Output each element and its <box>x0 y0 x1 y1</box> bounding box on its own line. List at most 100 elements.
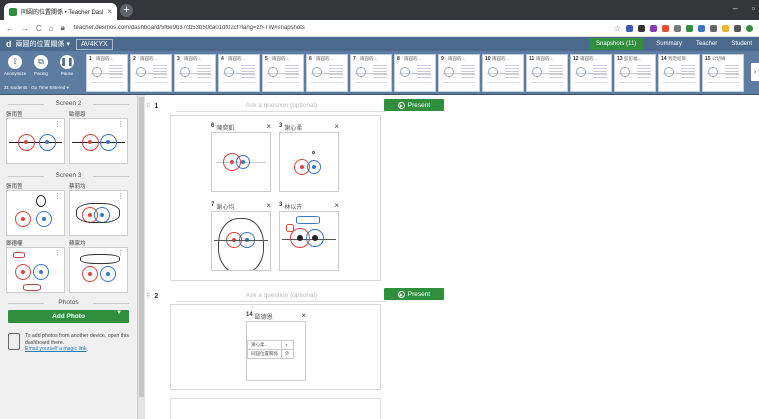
pause-icon: ❚❚ <box>60 55 74 69</box>
table-cell: 外 <box>281 349 294 359</box>
students-status[interactable]: 31 students · Go Time Entered ▾ <box>4 85 69 91</box>
chevron-right-icon[interactable]: › <box>751 63 759 81</box>
close-icon[interactable]: × <box>334 202 339 211</box>
snapshot-card[interactable]: ⋮ <box>6 247 65 293</box>
extension-icon[interactable] <box>662 24 669 32</box>
extension-icon[interactable] <box>734 24 741 32</box>
extension-icon[interactable] <box>722 24 729 32</box>
sidebar-scrollbar[interactable] <box>138 95 145 419</box>
screen-number: 15 <box>705 56 711 62</box>
snapshot-card[interactable]: ⋮ <box>6 118 65 164</box>
extension-icon[interactable] <box>710 24 717 32</box>
profile-avatar[interactable] <box>746 24 753 32</box>
screen-thumbnail[interactable]: 14 判定結目 <box>658 54 700 92</box>
screen-thumbnail[interactable]: 13 彭彭福... <box>614 54 656 92</box>
more-options-icon[interactable]: ⋮ <box>117 192 124 200</box>
reload-icon[interactable]: C <box>36 24 42 33</box>
close-icon[interactable]: × <box>334 123 339 132</box>
screen-thumbnail[interactable]: 3 兩圓的... <box>174 54 216 92</box>
more-options-icon[interactable]: ⋮ <box>54 249 61 257</box>
new-tab-button[interactable]: + <box>120 4 133 17</box>
extension-icon[interactable] <box>674 24 681 32</box>
snapshot[interactable]: 3 謝心柔 × <box>279 123 339 192</box>
screen-thumbnail[interactable]: 10 兩圓的... <box>482 54 524 92</box>
tab-teacher[interactable]: Teacher <box>689 37 724 51</box>
back-icon[interactable]: ← <box>6 24 14 33</box>
present-button[interactable]: ▶ Present <box>384 288 444 300</box>
magic-link[interactable]: Email yourself a magic link <box>25 346 86 352</box>
class-code: AV4KYX <box>75 38 113 50</box>
extension-icon[interactable] <box>638 24 645 32</box>
extension-icon[interactable] <box>686 24 693 32</box>
maximize-icon[interactable]: ▫ <box>752 3 755 13</box>
address-bar: ← → C ⌂ 🔒︎ teacher.desmos.com/dashboard/… <box>0 20 759 37</box>
extension-icon[interactable] <box>698 24 705 32</box>
snapshot-card[interactable]: ⋮ <box>6 190 65 236</box>
add-photo-button[interactable]: Add Photo ▼ <box>8 310 129 323</box>
screen-thumbnail[interactable]: 7 兩圓的... <box>350 54 392 92</box>
present-label: Present <box>407 101 431 109</box>
close-icon[interactable]: × <box>301 312 306 321</box>
screen-number: 6 <box>309 56 312 62</box>
activity-title[interactable]: 兩圓的位置關係 ▾ <box>16 39 70 49</box>
minimize-icon[interactable]: – <box>733 3 738 13</box>
extension-icon[interactable] <box>626 24 633 32</box>
screen-number: 2 <box>133 56 136 62</box>
dashboard-header: d 兩圓的位置關係 ▾ AV4KYX Snapshots (11) Summar… <box>0 37 759 51</box>
screen-thumbnail[interactable]: 12 兩圓的... <box>570 54 612 92</box>
question-1-panel: 6 陳奕凱 × 3 謝心柔 × 7 謝心均 × 3 林以卉 × <box>170 115 381 281</box>
url-field[interactable]: teacher.desmos.com/dashboard/5f6e9b37cb5… <box>74 25 607 31</box>
snapshot[interactable]: 6 陳奕凱 × <box>211 123 271 192</box>
phone-icon <box>8 333 20 350</box>
screen-thumbnail[interactable]: 15 公切線 <box>702 54 744 92</box>
snapshot-card[interactable]: ⋮ <box>69 247 128 293</box>
anonymize-button[interactable]: ⇧ Anonymize <box>4 55 26 76</box>
screen-number: 12 <box>573 56 579 62</box>
drag-handle-icon[interactable]: ⠿ <box>146 103 150 110</box>
screen-thumbnail[interactable]: 9 兩圓的... <box>438 54 480 92</box>
browser-tab[interactable]: 同圓的位置關係 • Teacher Dash × <box>4 3 117 20</box>
screen-thumbnail[interactable]: 11 兩圓的... <box>526 54 568 92</box>
tab-summary[interactable]: Summary <box>649 37 689 51</box>
tab-student[interactable]: Student <box>724 37 759 51</box>
more-options-icon[interactable]: ⋮ <box>117 120 124 128</box>
screen-name: 兩圓的... <box>404 56 422 61</box>
snapshot-card[interactable]: ⋮ <box>69 190 128 236</box>
snapshot[interactable]: 7 謝心均 × <box>211 202 271 271</box>
more-options-icon[interactable]: ⋮ <box>54 192 61 200</box>
question-input[interactable]: Ask a question (optional) <box>176 291 387 302</box>
snapshot[interactable]: 3 林以卉 × <box>279 202 339 271</box>
screen-number: 5 <box>265 56 268 62</box>
screen-name: 兩圓的... <box>448 56 466 61</box>
forward-icon[interactable]: → <box>21 24 29 33</box>
pacing-icon: ⧉ <box>34 55 48 69</box>
bookmark-star-icon[interactable]: ☆ <box>614 24 621 33</box>
screen3-heading: Screen 3 <box>8 172 129 179</box>
screen-number: 10 <box>485 56 491 62</box>
screen-thumbnail[interactable]: 4 兩圓的... <box>218 54 260 92</box>
extension-icon[interactable] <box>650 24 657 32</box>
drag-handle-icon[interactable]: ⠿ <box>146 293 150 300</box>
screen-thumbnail[interactable]: 2 兩圓的... <box>130 54 172 92</box>
screen-thumbnail[interactable]: 8 兩圓的... <box>394 54 436 92</box>
snapshot[interactable]: 14 歐德恩 × 謝心柔... 7 同圓位置關係外 <box>246 312 306 381</box>
question-input[interactable]: Ask a question (optional) <box>176 101 387 112</box>
close-icon[interactable]: × <box>107 7 112 16</box>
pause-button[interactable]: ❚❚ Pause <box>57 55 77 76</box>
close-icon[interactable]: × <box>266 123 271 132</box>
student-name: 歐德恩 <box>69 112 86 118</box>
student-name: 謝心均 <box>216 205 235 211</box>
tab-snapshots[interactable]: Snapshots (11) <box>589 38 644 50</box>
screen-thumbnail[interactable]: 6 兩圓的... <box>306 54 348 92</box>
pacing-button[interactable]: ⧉ Pacing <box>31 55 51 76</box>
more-options-icon[interactable]: ⋮ <box>54 120 61 128</box>
home-icon[interactable]: ⌂ <box>49 24 54 33</box>
close-icon[interactable]: × <box>266 202 271 211</box>
snapshot-card[interactable]: ⋮ <box>69 118 128 164</box>
screen-thumbnail[interactable]: 5 兩圓的... <box>262 54 304 92</box>
screen-thumbnail[interactable]: 1 兩圓的... <box>86 54 128 92</box>
desmos-logo[interactable]: d <box>6 39 12 49</box>
caret-down-icon[interactable]: ▼ <box>116 310 122 316</box>
screen-name: 彭彭福... <box>624 56 642 61</box>
present-button[interactable]: ▶ Present <box>384 99 444 111</box>
